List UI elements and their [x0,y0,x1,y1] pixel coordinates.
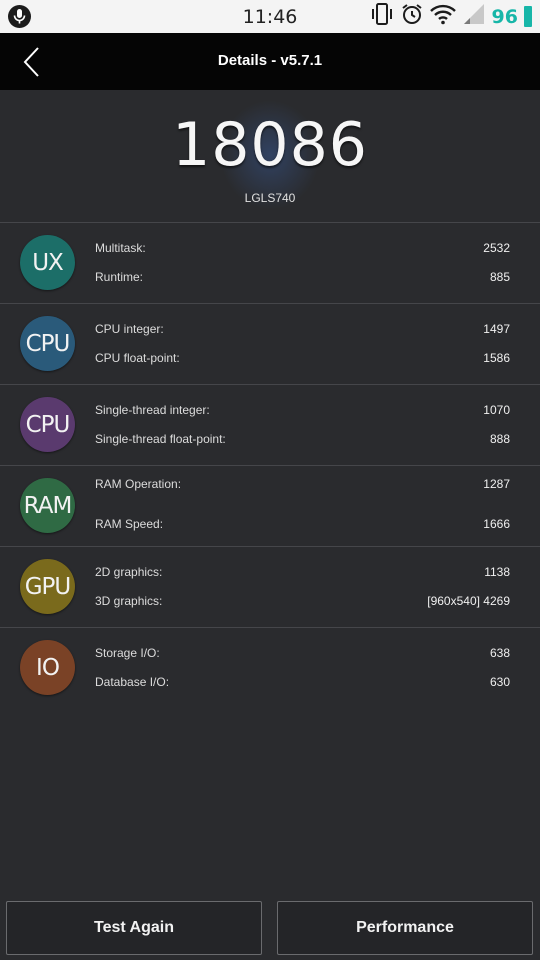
category-row: UX Multitask: 2532 Runtime: 885 [0,222,540,303]
metric-label: CPU float-point: [95,351,180,365]
category-row: CPU CPU integer: 1497 CPU float-point: 1586 [0,303,540,384]
metric-value: 630 [489,675,510,689]
metric-value: 1287 [483,477,510,491]
metric-row: CPU float-point: 1586 [95,351,510,367]
metric-value: 1497 [483,322,510,336]
category-row: RAM RAM Operation: 1287 RAM Speed: 1666 [0,465,540,546]
category-badge: RAM [20,478,75,533]
metric-row: 2D graphics: 1138 [95,565,510,581]
metric-value: 638 [489,646,510,660]
metric-row: Single-thread integer: 1070 [95,403,510,419]
score-section: 18086 LGLS740 [0,90,540,222]
test-again-button[interactable]: Test Again [6,901,262,955]
battery-icon [524,6,532,27]
metric-row: CPU integer: 1497 [95,322,510,338]
page-title: Details - v5.7.1 [217,52,323,69]
metric-value: 1070 [483,403,510,417]
metric-row: Storage I/O: 638 [95,646,510,662]
metric-row: Multitask: 2532 [95,241,510,257]
vibrate-icon [370,2,394,31]
metric-label: RAM Speed: [95,517,164,531]
metric-value: 885 [489,270,510,284]
metric-value: [960x540] 4269 [427,594,510,608]
metric-row: RAM Operation: 1287 [95,477,510,493]
metric-label: 2D graphics: [95,565,163,579]
score-details-list: UX Multitask: 2532 Runtime: 885 CPU CPU intege… [0,222,540,708]
metric-row: Runtime: 885 [95,270,510,286]
category-badge: IO [20,640,75,695]
metric-label: Database I/O: [95,675,170,689]
metric-value: 1666 [483,517,510,531]
metric-label: Single-thread integer: [95,403,210,417]
app-header: Details - v5.7.1 [0,33,540,90]
category-row: GPU 2D graphics: 1138 3D graphics: [960x540]… [0,546,540,627]
status-bar: 11:46 96 [0,0,540,33]
metric-label: CPU integer: [95,322,164,336]
metric-row: Database I/O: 630 [95,675,510,691]
metric-value: 2532 [483,241,510,255]
metric-label: Multitask: [95,241,146,255]
alarm-icon [400,2,424,31]
category-badge: GPU [20,559,75,614]
device-name: LGLS740 [244,191,296,205]
wifi-icon [429,3,456,30]
signal-icon [462,3,486,30]
metric-row: 3D graphics: [960x540] 4269 [95,594,510,610]
metric-label: Single-thread float-point: [95,432,226,446]
battery-level: 96 [491,5,518,28]
metric-value: 1586 [483,351,510,365]
metric-value: 888 [489,432,510,446]
metric-label: Storage I/O: [95,646,160,660]
metric-label: RAM Operation: [95,477,182,491]
category-badge: UX [20,235,75,290]
category-badge: CPU [20,316,75,371]
metric-label: Runtime: [95,270,144,284]
metric-value: 1138 [484,565,510,579]
metric-row: Single-thread float-point: 888 [95,432,510,448]
category-row: CPU Single-thread integer: 1070 Single-thre… [0,384,540,465]
performance-button[interactable]: Performance [277,901,533,955]
category-badge: CPU [20,397,75,452]
metric-row: RAM Speed: 1666 [95,517,510,533]
category-row: IO Storage I/O: 638 Database I/O: 630 [0,627,540,708]
total-score: 18086 [172,110,368,180]
metric-label: 3D graphics: [95,594,163,608]
